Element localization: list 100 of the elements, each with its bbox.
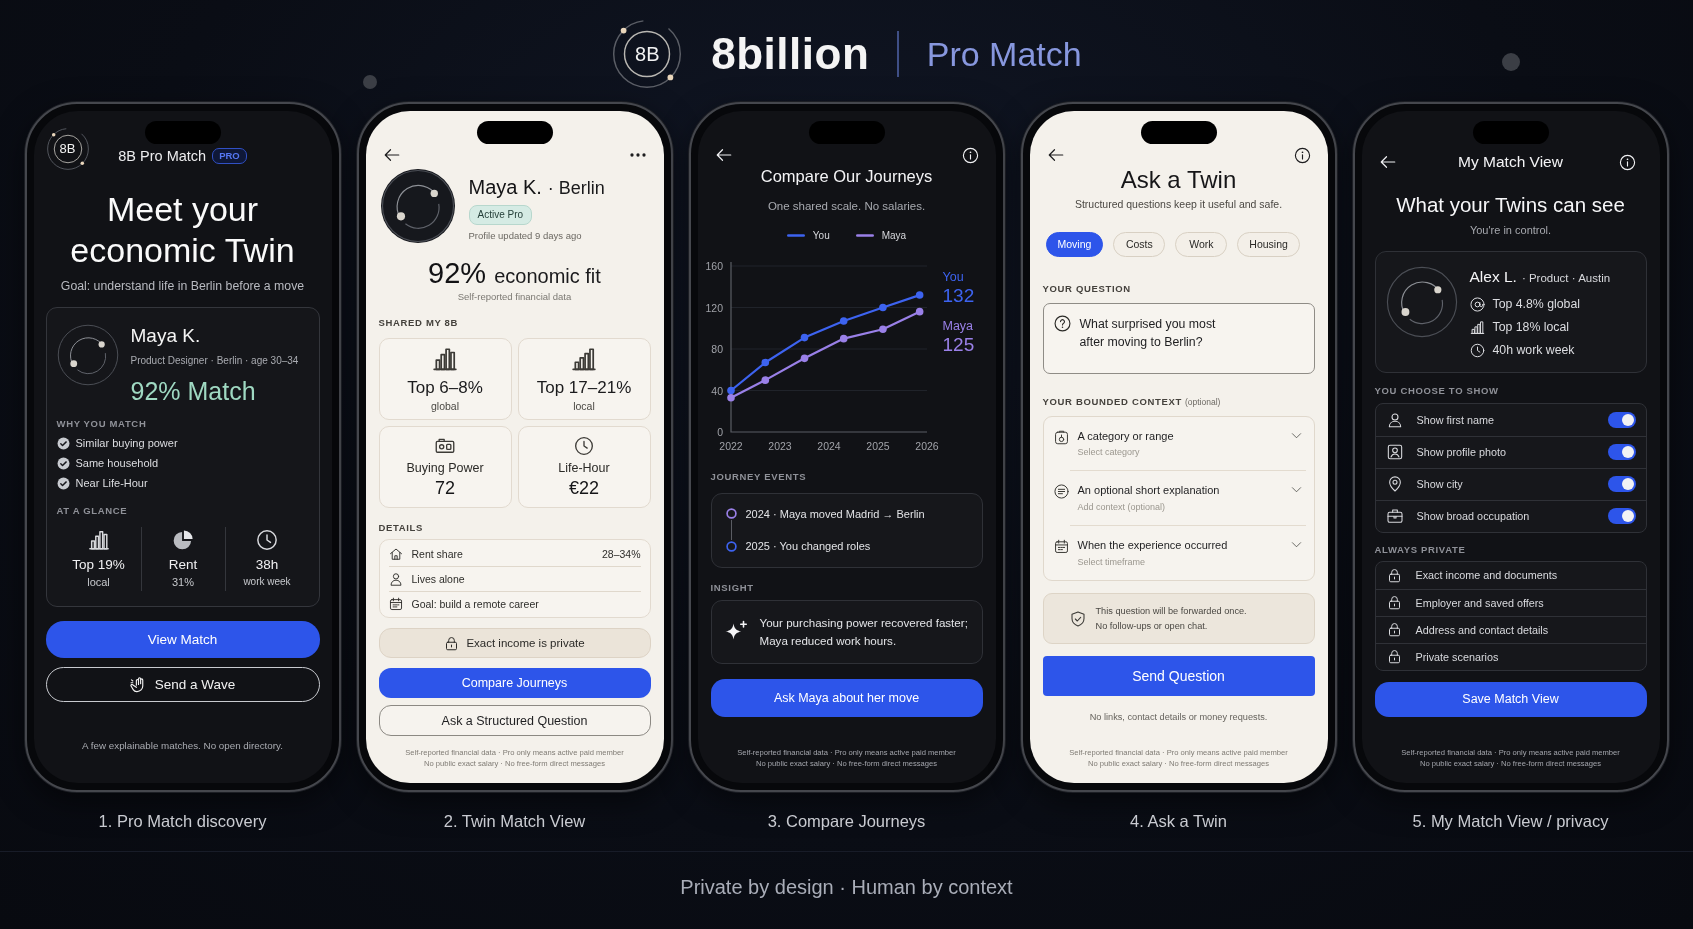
insight-text: Your purchasing power recovered faster; Maya reduced work hours. (759, 614, 969, 649)
topic-chip[interactable]: Costs (1113, 231, 1166, 257)
section-label: YOUR BOUNDED CONTEXT (1042, 396, 1182, 408)
axis-tick-label: 40 (710, 384, 723, 397)
section-label: WHY YOU MATCH (56, 418, 148, 430)
data-point (878, 325, 887, 333)
stat-value: Top 17–21% (536, 377, 632, 398)
setting-label: Show city (1416, 478, 1464, 491)
back-arrow-icon[interactable] (1378, 153, 1397, 171)
profile-name: Maya K. (468, 176, 542, 199)
house-icon (388, 546, 403, 561)
lock-icon (1386, 567, 1402, 583)
ask-question-button[interactable]: Ask a Structured Question (378, 705, 651, 737)
stat-value: Rent (168, 556, 198, 573)
status-badge: Active Pro (468, 205, 533, 225)
dropdown-field[interactable]: An optional short explanation Add context (optional) (1043, 471, 1314, 526)
stat-value: Top 19% (72, 556, 125, 573)
headline: What your Twins can see (1395, 193, 1626, 217)
screen-title: My Match View (1457, 153, 1564, 171)
stat-label: Buying Power (406, 460, 484, 476)
series-end-label: Maya (942, 318, 974, 334)
subtitle: You're in control. (1468, 223, 1553, 237)
match-name: Maya K. (130, 324, 202, 347)
reason-text: Near Life-Hour (75, 476, 148, 490)
data-point (726, 393, 735, 402)
view-match-button[interactable]: View Match (45, 620, 320, 658)
app-logo: 8B (45, 127, 90, 171)
data-point (800, 354, 808, 362)
footnote: A few explainable matches. No open directory. (81, 739, 284, 751)
back-arrow-icon[interactable] (1046, 146, 1065, 164)
text-lines-icon (1053, 484, 1069, 500)
stat-label: local (87, 576, 110, 589)
back-arrow-icon[interactable] (382, 146, 401, 164)
shield-check-icon (1069, 610, 1086, 627)
reason-text: Same household (75, 456, 159, 470)
series-end-label: You (942, 269, 964, 285)
clock-icon (256, 528, 278, 551)
detail-value: 28–34% (601, 547, 641, 560)
toggle-switch[interactable] (1607, 444, 1636, 461)
stat-label: Life-Hour (558, 460, 610, 476)
check-circle-icon (56, 456, 70, 470)
profile-city: · Berlin (547, 178, 605, 199)
event-text: 2024 · Maya moved Madrid → Berlin (745, 507, 925, 521)
question-field[interactable]: What surprised you most after moving to Berlin? (1042, 302, 1315, 374)
stat-label: local (573, 400, 595, 413)
clock-icon (1469, 343, 1485, 358)
ask-maya-button[interactable]: Ask Maya about her move (710, 678, 983, 717)
match-details: Product Designer · Berlin · age 30–34 (130, 354, 299, 367)
axis-tick-label: 2025 (865, 439, 890, 452)
event-text: 2025 · You changed roles (745, 540, 871, 553)
stat-value: €22 (568, 478, 599, 499)
screen-caption: 2. Twin Match View (443, 812, 586, 831)
send-question-button[interactable]: Send Question (1042, 655, 1315, 696)
private-item: Private scenarios (1415, 650, 1499, 664)
data-point (878, 303, 887, 311)
section-label: INSIGHT (710, 582, 755, 594)
toggle-switch[interactable] (1607, 476, 1636, 493)
fit-label: economic fit (494, 265, 601, 288)
save-match-view-button[interactable]: Save Match View (1374, 681, 1647, 717)
axis-tick-label: 2026 (914, 439, 939, 452)
section-label: YOU CHOOSE TO SHOW (1374, 386, 1500, 397)
dropdown-field[interactable]: A category or range Select category (1043, 416, 1314, 471)
orbit-dot-icon (1502, 53, 1520, 71)
bar-chart-icon (570, 345, 598, 372)
section-label: ALWAYS PRIVATE (1374, 544, 1467, 556)
clipboard-icon (1053, 429, 1069, 445)
goal-text: Goal: understand life in Berlin before a move (59, 278, 306, 293)
private-item: Employer and saved offers (1415, 596, 1544, 610)
legend-label: Maya (881, 230, 907, 242)
stat-label: 31% (172, 576, 194, 589)
subtitle: One shared scale. No salaries. (766, 199, 927, 214)
toggle-switch[interactable] (1607, 411, 1636, 428)
screen-caption: 5. My Match View / privacy (1412, 812, 1609, 831)
topic-chip[interactable]: Housing (1237, 231, 1300, 257)
back-arrow-icon[interactable] (714, 146, 733, 164)
series-end-value: 125 (942, 334, 975, 357)
topic-chip[interactable]: Work (1175, 231, 1228, 257)
dropdown-field[interactable]: When the experience occurred Select timeframe (1043, 526, 1314, 581)
calendar-icon (388, 597, 403, 612)
info-icon[interactable] (1293, 146, 1311, 164)
screen-title: Compare Our Journeys (759, 167, 934, 186)
topic-chip[interactable]: Moving (1045, 231, 1104, 257)
compare-journeys-button[interactable]: Compare Journeys (378, 668, 651, 699)
data-point (800, 333, 808, 342)
toggle-switch[interactable] (1607, 508, 1636, 525)
profile-name: Alex L. (1469, 268, 1517, 286)
fit-score: 92% (428, 257, 487, 291)
profile-details: · Product · Austin (1521, 272, 1611, 286)
stat-label: global (431, 400, 459, 413)
legend-line-icon (786, 234, 805, 238)
stat-value: Top 6–8% (407, 377, 483, 398)
axis-tick-label: 2023 (767, 439, 792, 452)
brand-logo: 8B (611, 18, 684, 90)
axis-tick-label: 80 (710, 342, 723, 355)
portrait-icon (1386, 444, 1403, 461)
subtitle: Structured questions keep it useful and safe. (1073, 197, 1284, 210)
data-point (839, 334, 847, 343)
axis-tick-label: 0 (716, 425, 723, 438)
notice-text: This question will be forwarded once. No follow-ups or open chat. (1095, 605, 1247, 633)
detail-label: Rent share (411, 547, 464, 560)
